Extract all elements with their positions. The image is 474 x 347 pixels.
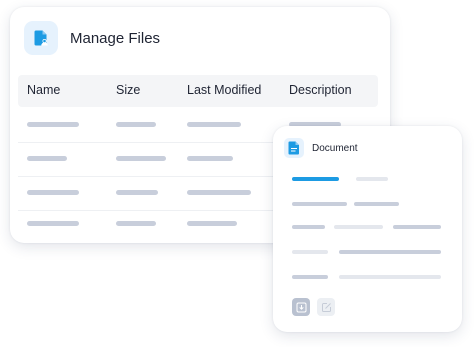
- document-header: Document: [284, 138, 358, 158]
- document-card: Document: [273, 126, 462, 332]
- date-placeholder: [187, 221, 237, 226]
- detail-value-placeholder: [339, 275, 441, 279]
- download-button[interactable]: [292, 298, 310, 316]
- name-placeholder: [27, 156, 67, 161]
- download-icon: [296, 302, 306, 312]
- detail-label-placeholder: [292, 225, 325, 229]
- detail-label-placeholder: [292, 250, 328, 254]
- manage-files-header: Manage Files: [24, 21, 160, 55]
- file-user-icon: [24, 21, 58, 55]
- size-placeholder: [116, 221, 156, 226]
- edit-button[interactable]: [317, 298, 335, 316]
- detail-value-placeholder: [339, 250, 441, 254]
- document-title: Document: [312, 142, 358, 154]
- size-placeholder: [116, 190, 158, 195]
- name-placeholder: [27, 122, 79, 127]
- size-placeholder: [116, 122, 156, 127]
- table-header: Name Size Last Modified Description: [18, 75, 378, 107]
- date-placeholder: [187, 122, 241, 127]
- name-placeholder: [27, 221, 79, 226]
- detail-value-placeholder: [354, 202, 399, 206]
- name-placeholder: [27, 190, 79, 195]
- column-header-name[interactable]: Name: [27, 83, 60, 97]
- page-title: Manage Files: [70, 29, 161, 47]
- date-placeholder: [187, 190, 251, 195]
- column-header-size[interactable]: Size: [116, 83, 140, 97]
- detail-label-placeholder: [292, 202, 347, 206]
- inactive-tab-indicator[interactable]: [356, 177, 388, 181]
- date-placeholder: [187, 156, 233, 161]
- detail-value-placeholder: [393, 225, 441, 229]
- document-icon: [284, 138, 304, 158]
- detail-label-placeholder: [292, 275, 328, 279]
- edit-icon: [321, 302, 331, 312]
- column-header-description[interactable]: Description: [289, 83, 352, 97]
- column-header-last-modified[interactable]: Last Modified: [187, 83, 261, 97]
- size-placeholder: [116, 156, 166, 161]
- active-tab-indicator[interactable]: [292, 177, 339, 181]
- detail-value-placeholder: [334, 225, 383, 229]
